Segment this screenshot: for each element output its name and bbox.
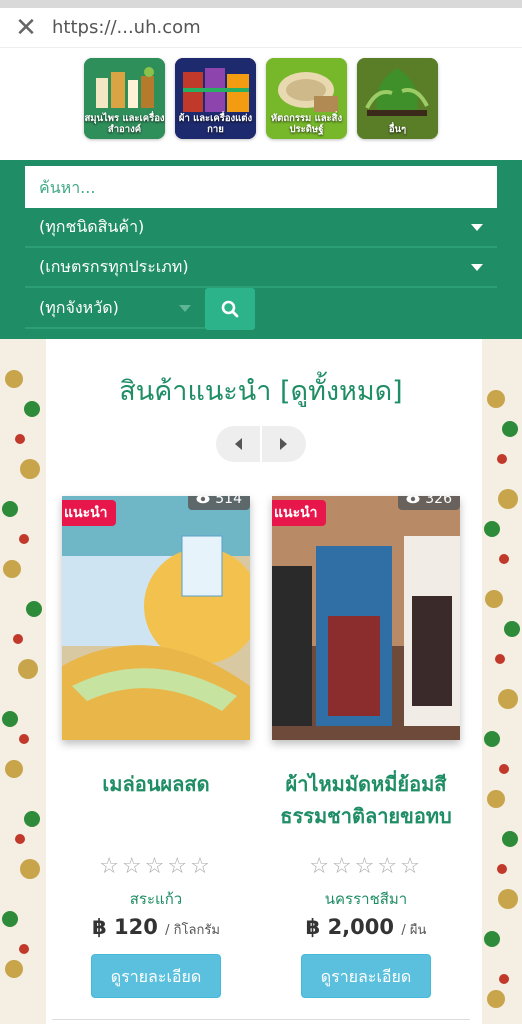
category-others[interactable]: อื่นๆ (357, 58, 438, 139)
product-card[interactable]: แนะนำ 514 เมล่อนผลสด ☆☆☆☆☆ สระแก้ว ฿ 120… (62, 496, 250, 998)
product-province: สระแก้ว (129, 890, 183, 908)
chevron-left-icon (235, 438, 242, 450)
category-textile[interactable]: ผ้า และเครื่องแต่งกาย (175, 58, 256, 139)
rating-stars: ☆☆☆☆☆ (309, 854, 423, 879)
status-strip (0, 0, 522, 8)
view-count: 326 (398, 496, 460, 510)
christmas-decoration-left (0, 339, 46, 1024)
province-row: (ทุกจังหวัด) (25, 288, 497, 330)
product-photo[interactable]: แนะนำ 514 (62, 496, 250, 740)
divider (52, 1019, 470, 1020)
view-details-button[interactable]: ดูรายละเอียด (301, 954, 431, 998)
search-icon (221, 300, 239, 318)
eye-icon (406, 496, 420, 504)
view-count-value: 326 (425, 496, 452, 507)
close-icon[interactable]: ✕ (0, 8, 52, 48)
christmas-decoration-right (482, 339, 522, 1024)
chevron-right-icon (280, 438, 287, 450)
search-input[interactable] (25, 166, 497, 208)
product-name[interactable]: เมล่อนผลสด (62, 768, 250, 838)
product-price: ฿ 2,000 / ผืน (272, 915, 460, 940)
price-unit: / กิโลกรัม (165, 923, 220, 938)
recommended-badge: แนะนำ (62, 500, 116, 526)
url-text[interactable]: https://...uh.com (52, 17, 201, 38)
view-count-value: 514 (215, 496, 242, 507)
section-title[interactable]: สินค้าแนะนำ [ดูทั้งหมด] (0, 369, 522, 412)
caret-down-icon (179, 304, 191, 312)
province-value: (ทุกจังหวัด) (39, 297, 119, 317)
view-details-button[interactable]: ดูรายละเอียด (91, 954, 221, 998)
category-handicraft[interactable]: หัตถกรรม และสิ่งประดิษฐ์ (266, 58, 347, 139)
product-list: แนะนำ 514 เมล่อนผลสด ☆☆☆☆☆ สระแก้ว ฿ 120… (0, 496, 522, 998)
product-price: ฿ 120 / กิโลกรัม (62, 915, 250, 940)
category-label: อื่นๆ (388, 124, 407, 135)
product-name[interactable]: ผ้าไหมมัดหมี่ย้อมสีธรรมชาติลายขอทบ (272, 768, 460, 838)
category-label: หัตถกรรม และสิ่งประดิษฐ์ (270, 113, 343, 135)
silk-photo (272, 496, 460, 740)
product-type-value: (ทุกชนิดสินค้า) (39, 216, 145, 236)
next-button[interactable] (262, 426, 306, 462)
product-photo[interactable]: แนะนำ 326 (272, 496, 460, 740)
category-herbal[interactable]: สมุนไพร และเครื่องสำอางค์ (84, 58, 165, 139)
prev-button[interactable] (216, 426, 260, 462)
price-value: ฿ 120 (92, 915, 158, 939)
search-button[interactable] (205, 288, 255, 330)
product-province: นครราชสีมา (324, 890, 408, 908)
rating-stars: ☆☆☆☆☆ (99, 854, 213, 879)
search-panel: (ทุกชนิดสินค้า) (เกษตรกรทุกประเภท) (ทุกจ… (0, 160, 522, 339)
recommended-badge: แนะนำ (272, 500, 326, 526)
browser-url-bar: ✕ https://...uh.com (0, 8, 522, 48)
price-value: ฿ 2,000 (305, 915, 394, 939)
product-card[interactable]: แนะนำ 326 ผ้าไหมมัดหมี่ย้อมสีธรรมชาติลาย… (272, 496, 460, 998)
category-label: สมุนไพร และเครื่องสำอางค์ (84, 113, 165, 135)
carousel-controls (0, 426, 522, 462)
farmer-type-select[interactable]: (เกษตรกรทุกประเภท) (25, 248, 497, 288)
recommended-section: สินค้าแนะนำ [ดูทั้งหมด] แนะนำ 514 เมล่อน… (0, 339, 522, 1024)
province-select[interactable]: (ทุกจังหวัด) (25, 289, 205, 329)
category-row: สมุนไพร และเครื่องสำอางค์ ผ้า และเครื่อง… (0, 48, 522, 160)
caret-down-icon (471, 223, 483, 231)
eye-icon (196, 496, 210, 504)
farmer-type-value: (เกษตรกรทุกประเภท) (39, 256, 189, 276)
caret-down-icon (471, 263, 483, 271)
melon-photo (62, 496, 250, 740)
category-label: ผ้า และเครื่องแต่งกาย (178, 113, 253, 135)
price-unit: / ผืน (401, 923, 427, 938)
product-type-select[interactable]: (ทุกชนิดสินค้า) (25, 208, 497, 248)
view-count: 514 (188, 496, 250, 510)
